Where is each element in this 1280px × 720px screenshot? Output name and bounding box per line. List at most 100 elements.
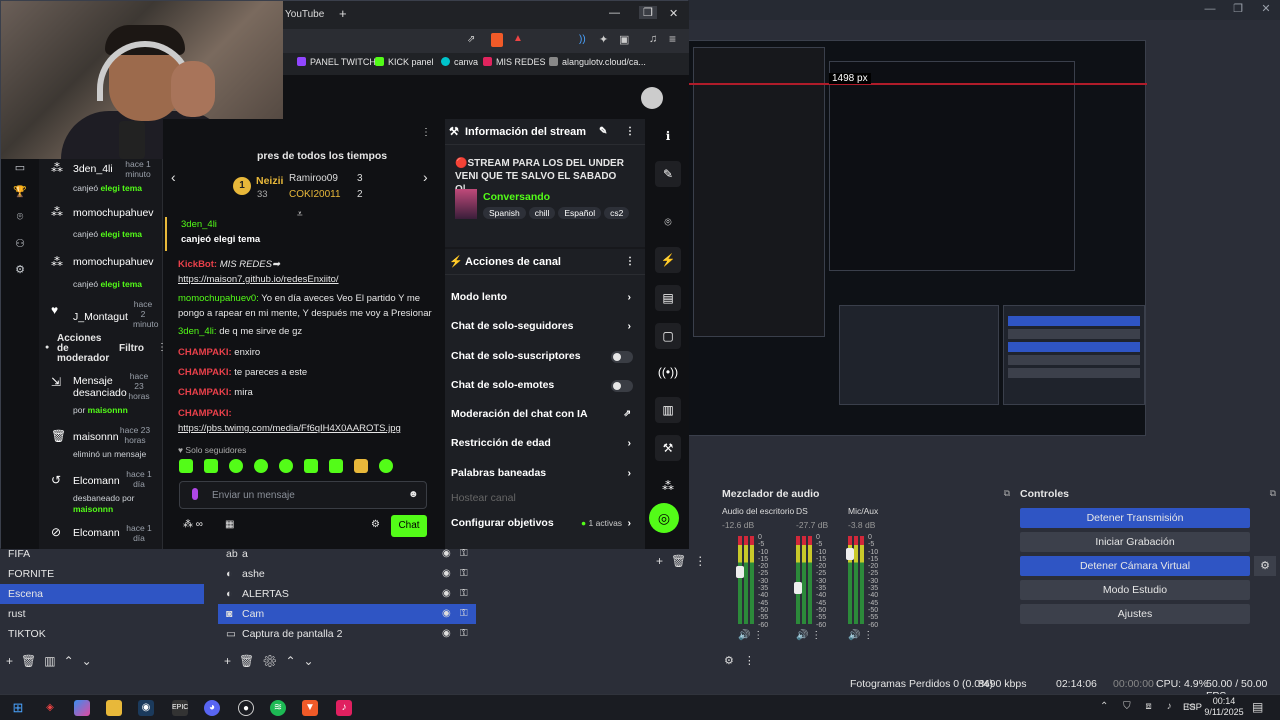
more-icon[interactable]: ⋮ [625, 249, 635, 275]
gear-icon[interactable]: ⚙ [371, 519, 380, 530]
file-explorer-icon[interactable] [106, 700, 122, 716]
keyboard-language[interactable]: ESP [1183, 702, 1202, 713]
brave-shield-icon[interactable] [491, 33, 503, 47]
edit-icon[interactable]: ✎ [655, 161, 681, 187]
wrench-icon[interactable]: ⚒ [655, 435, 681, 461]
trash-icon[interactable]: 🗑 [671, 554, 694, 568]
scan-icon[interactable]: ⌾ [655, 209, 681, 235]
bookmark-mis-redes[interactable]: MIS REDES [483, 57, 546, 67]
emote-icon[interactable] [254, 459, 268, 473]
minimize-icon[interactable]: — [609, 7, 620, 19]
discord-icon[interactable]: ◕ [204, 700, 220, 716]
more-icon[interactable]: ⋮ [694, 554, 714, 568]
dock-float-icon[interactable]: ⧉ [1004, 488, 1010, 499]
emote-icon[interactable] [304, 459, 318, 473]
maximize-icon[interactable]: ❐ [1224, 2, 1252, 15]
copilot-icon[interactable] [74, 700, 90, 716]
close-icon[interactable]: ✕ [1252, 2, 1280, 15]
source-item[interactable]: ◐ ashe ◉ ⚿ [218, 564, 476, 584]
shield-app-icon[interactable]: ◈ [42, 700, 58, 716]
emote-icon[interactable] [329, 459, 343, 473]
volume-slider[interactable] [736, 566, 744, 578]
obs-preview[interactable]: 1498 px [688, 40, 1147, 436]
source-item[interactable]: ◐ ALERTAS ◉ ⚿ [218, 584, 476, 604]
users-icon[interactable]: ⚇ [12, 237, 28, 253]
share-icon[interactable]: ⇗ [467, 34, 475, 45]
gear-icon[interactable]: ⚙ [262, 654, 285, 668]
ai-moderation-row[interactable]: Moderación del chat con IA ⇗ [451, 408, 641, 420]
emote-icon[interactable] [204, 459, 218, 473]
followers-only-row[interactable]: Chat de solo-seguidores › [451, 320, 641, 332]
speaker-icon[interactable]: 🔊 ⋮ [848, 630, 873, 641]
chat-send-button[interactable]: Chat [391, 515, 427, 537]
extensions-icon[interactable]: ✦ [599, 33, 608, 46]
add-icon[interactable]: + [6, 654, 21, 668]
trash-icon[interactable]: 🗑 [239, 654, 262, 668]
lock-icon[interactable]: ⚿ [460, 624, 468, 644]
start-recording-button[interactable]: Iniciar Grabación [1020, 532, 1250, 552]
up-icon[interactable]: ⌃ [285, 654, 303, 668]
edit-icon[interactable]: ✎ [599, 119, 607, 145]
goals-row[interactable]: Configurar objetivos ● 1 activas › [451, 517, 641, 529]
emote-icon[interactable] [279, 459, 293, 473]
brave-rewards-icon[interactable]: ▲ [513, 33, 523, 44]
headset-support-icon[interactable]: ◎ [649, 503, 679, 533]
bolt-icon[interactable]: ⚡ [655, 247, 681, 273]
sidebar-icon[interactable]: ▣ [619, 33, 629, 46]
subscribers-only-toggle[interactable] [611, 351, 633, 363]
source-item[interactable]: ▭ Captura de pantalla 2 ◉ ⚿ [218, 624, 476, 644]
emote-icon[interactable] [354, 459, 368, 473]
settings-button[interactable]: Ajustes [1020, 604, 1250, 624]
clock[interactable]: 00:14 9/11/2025 [1203, 696, 1245, 718]
emote-icon[interactable] [379, 459, 393, 473]
studio-mode-button[interactable]: Modo Estudio [1020, 580, 1250, 600]
steam-icon[interactable]: ◉ [138, 700, 154, 716]
lock-icon[interactable]: ⚿ [460, 604, 468, 624]
lock-icon[interactable]: ⚿ [460, 584, 468, 604]
dock-float-icon[interactable]: ⧉ [1270, 488, 1276, 499]
clipboard-icon[interactable]: ▤ [655, 285, 681, 311]
visibility-icon[interactable]: ◉ [442, 584, 451, 604]
wallet-icon[interactable]: )) [579, 34, 586, 45]
scene-item[interactable]: TIKTOK [0, 624, 204, 644]
broadcast-icon[interactable]: ((•)) [655, 359, 681, 385]
more-icon[interactable]: ⋮ [625, 119, 635, 145]
volume-slider[interactable] [846, 548, 854, 560]
virtual-camera-gear-icon[interactable]: ⚙ [1254, 556, 1276, 576]
users-icon[interactable]: ⁂ ∞ [183, 519, 203, 530]
chat-input[interactable]: Enviar un mensaje ☻ [179, 481, 427, 509]
scene-item[interactable]: FORNITE [0, 564, 204, 584]
emotes-only-row[interactable]: Chat de solo-emotes [451, 379, 641, 392]
subscribers-only-row[interactable]: Chat de solo-suscriptores [451, 350, 641, 363]
home-icon[interactable]: ▭ [12, 161, 28, 177]
info-icon[interactable]: ℹ [655, 123, 681, 149]
epic-games-icon[interactable]: EPIC [172, 700, 188, 716]
visibility-icon[interactable]: ◉ [442, 564, 451, 584]
emoji-icon[interactable]: ☻ [408, 489, 419, 500]
down-icon[interactable]: ⌄ [82, 654, 100, 668]
layout-icon[interactable]: ▥ [655, 397, 681, 423]
spotify-icon[interactable]: ≋ [270, 700, 286, 716]
scene-item[interactable]: Escena [0, 584, 204, 604]
stream-category[interactable]: Conversando [483, 191, 550, 203]
restore-icon[interactable]: ❐ [639, 6, 657, 19]
mod-filter-button[interactable]: Filtro [119, 343, 144, 354]
tiktok-icon[interactable]: ♪ [336, 700, 352, 716]
bookmark-panel-twitch[interactable]: PANEL TWITCH [297, 57, 376, 67]
trash-icon[interactable]: 🗑 [21, 654, 44, 668]
avatar[interactable] [641, 87, 663, 109]
obs-icon[interactable]: ● [238, 700, 254, 716]
add-icon[interactable]: + [224, 654, 239, 668]
next-icon[interactable]: › [423, 169, 428, 185]
stop-stream-button[interactable]: Detener Transmisión [1020, 508, 1250, 528]
filter-icon[interactable]: ▥ [44, 654, 63, 668]
notifications-icon[interactable]: ▤ [1252, 700, 1263, 714]
windows-start-icon[interactable]: ⊞ [10, 700, 26, 716]
chat-link[interactable]: https://maison7.github.io/redesEnxiito/ [178, 274, 339, 285]
chat-link[interactable]: https://pbs.twimg.com/media/Ff6qIH4X0AAR… [178, 423, 401, 434]
up-icon[interactable]: ⌃ [64, 654, 82, 668]
bookmark-kick-panel[interactable]: KICK panel [375, 57, 434, 67]
chat-icon[interactable]: ▢ [655, 323, 681, 349]
stop-virtual-camera-button[interactable]: Detener Cámara Virtual [1020, 556, 1250, 576]
bookmark-alangulotv[interactable]: alangulotv.cloud/ca... [549, 57, 646, 67]
